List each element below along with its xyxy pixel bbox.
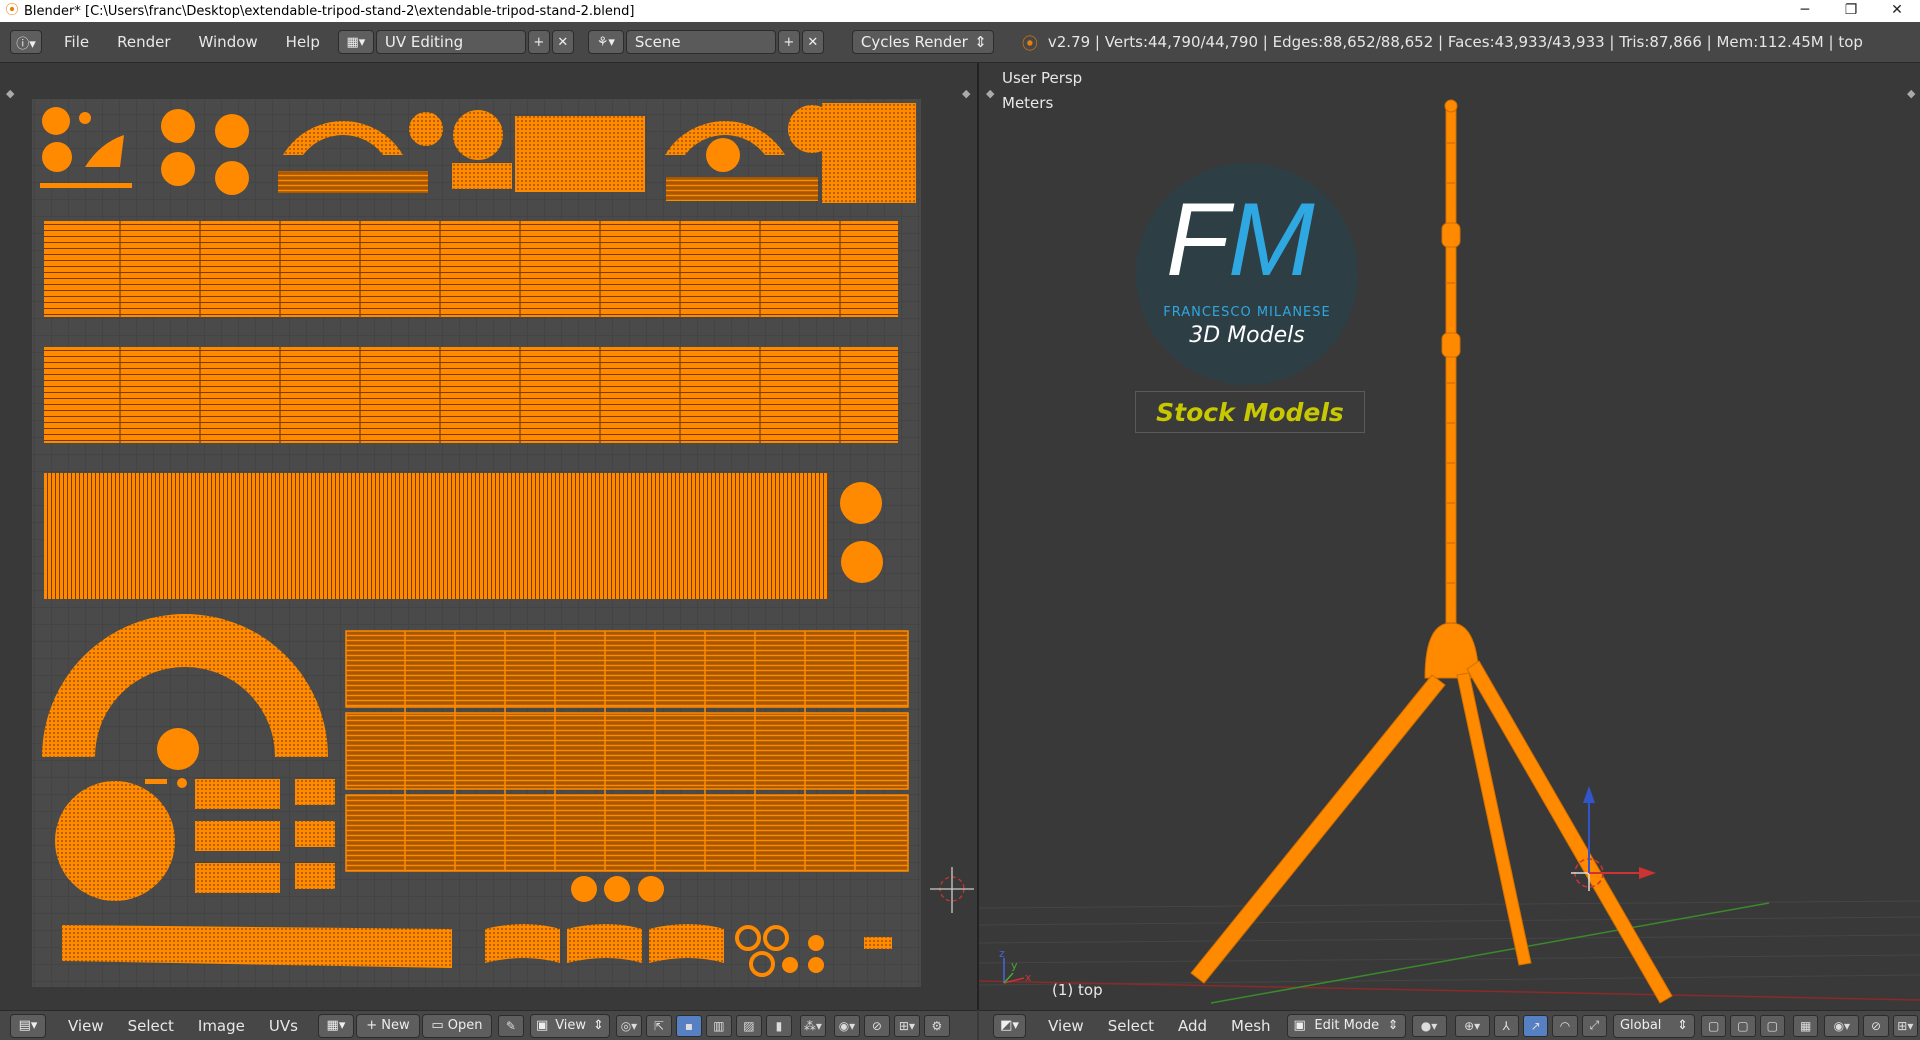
uv-panel-3 bbox=[346, 795, 908, 871]
window-titlebar: ⦿ Blender* [C:\Users\franc\Desktop\exten… bbox=[0, 0, 1920, 22]
object-label: (1) top bbox=[1052, 981, 1103, 999]
open-image-button[interactable]: ▭ Open bbox=[421, 1013, 492, 1038]
layer-icon-2[interactable]: ▢ bbox=[1730, 1014, 1756, 1037]
proportional-edit-3d-icon[interactable]: ◉▾ bbox=[1824, 1014, 1860, 1037]
vertex-select-icon[interactable]: ▪ bbox=[675, 1014, 702, 1037]
scene-field[interactable]: Scene bbox=[625, 30, 776, 54]
editor-type-3d-icon[interactable]: ◩▾ bbox=[993, 1013, 1027, 1038]
snap-3d-icon[interactable]: ⊘ bbox=[1863, 1014, 1889, 1037]
layer-icon-1[interactable]: ▢ bbox=[1700, 1014, 1727, 1037]
3d-menu-view[interactable]: View bbox=[1036, 1017, 1096, 1035]
edge-select-icon[interactable]: ▥ bbox=[705, 1014, 732, 1037]
viewport-shading-icon[interactable]: ●▾ bbox=[1411, 1014, 1447, 1037]
delete-scene-icon[interactable]: ✕ bbox=[801, 30, 824, 54]
image-icon: ▣ bbox=[535, 1018, 549, 1033]
editor-type-info-icon[interactable]: ⓘ▾ bbox=[10, 30, 42, 54]
info-header: ⓘ▾ File Render Window Help ▦▾ UV Editing… bbox=[0, 22, 1920, 63]
snap-icon[interactable]: ⊘ bbox=[863, 1014, 890, 1037]
blender-logo-icon: ⦿ bbox=[5, 3, 19, 18]
sticky-select-icon[interactable]: ⁂▾ bbox=[799, 1014, 826, 1037]
mode-select[interactable]: ▣ Edit Mode ⇕ bbox=[1286, 1013, 1406, 1038]
3d-menu-mesh[interactable]: Mesh bbox=[1219, 1017, 1283, 1035]
translate-manipulator-icon[interactable]: ↗ bbox=[1522, 1014, 1549, 1037]
pivot-icon[interactable]: ◎▾ bbox=[615, 1014, 642, 1037]
x-axis-line bbox=[979, 980, 1920, 1001]
scene-icon[interactable]: ⚘▾ bbox=[587, 30, 624, 54]
3d-view-header: ◩▾ View Select Add Mesh ▣ Edit Mode ⇕ ●▾ ⊕… bbox=[979, 1010, 1920, 1040]
uv-extra-icon[interactable]: ⚙ bbox=[923, 1014, 950, 1037]
plus-icon: + bbox=[366, 1018, 382, 1033]
uv-strip-1 bbox=[44, 221, 898, 317]
edit-mode-icon: ▣ bbox=[1293, 1018, 1306, 1033]
occlude-geometry-icon[interactable]: ▦ bbox=[1792, 1014, 1819, 1037]
transform-orientation-select[interactable]: Global ⇕ bbox=[1612, 1013, 1695, 1038]
tripod-mesh[interactable] bbox=[1190, 99, 1673, 1004]
scene-stats: v2.79 | Verts:44,790/44,790 | Edges:88,6… bbox=[1047, 33, 1863, 51]
menu-window[interactable]: Window bbox=[185, 33, 272, 51]
chevron-updown-icon: ⇕ bbox=[974, 33, 987, 51]
axis-z-label: z bbox=[999, 947, 1005, 960]
snap-element-3d-icon[interactable]: ⊞▾ bbox=[1892, 1014, 1918, 1037]
add-scene-icon[interactable]: + bbox=[777, 30, 800, 54]
uv-editor[interactable]: ◆ ◆ bbox=[0, 63, 977, 1010]
menu-render[interactable]: Render bbox=[103, 33, 184, 51]
face-select-icon[interactable]: ▨ bbox=[735, 1014, 762, 1037]
scale-manipulator-icon[interactable]: ⤢ bbox=[1581, 1014, 1607, 1037]
folder-icon: ▭ bbox=[431, 1018, 448, 1033]
chevron-updown-icon: ⇕ bbox=[1387, 1018, 1399, 1033]
restore-button[interactable]: ❐ bbox=[1828, 0, 1874, 22]
menu-file[interactable]: File bbox=[50, 33, 103, 51]
editor-type-uv-icon[interactable]: ▤▾ bbox=[10, 1013, 46, 1038]
axis-y-label: y bbox=[1011, 959, 1018, 972]
uv-2d-cursor[interactable] bbox=[930, 867, 974, 913]
add-layout-icon[interactable]: + bbox=[527, 30, 550, 54]
chevron-updown-icon: ⇕ bbox=[1677, 1018, 1688, 1033]
uv-canvas[interactable]: ◆ ◆ bbox=[0, 63, 977, 1010]
blender-icon: ⦿ bbox=[1021, 34, 1038, 53]
screen-layout-field[interactable]: UV Editing bbox=[375, 30, 526, 54]
menu-help[interactable]: Help bbox=[272, 33, 334, 51]
uv-strip-3 bbox=[44, 473, 828, 599]
3d-menu-select[interactable]: Select bbox=[1096, 1017, 1166, 1035]
viewport-properties-toggle-icon[interactable]: ◆ bbox=[1907, 87, 1916, 100]
window-title: Blender* [C:\Users\franc\Desktop\extenda… bbox=[24, 3, 635, 19]
manipulator-toggle-icon[interactable]: ⅄ bbox=[1493, 1014, 1519, 1037]
sync-selection-icon[interactable]: ⇱ bbox=[645, 1014, 672, 1037]
uv-editor-header: ▤▾ View Select Image UVs ▦▾ + New ▭ Open… bbox=[0, 1010, 977, 1040]
view-mode-select[interactable]: ▣ View ⇕ bbox=[529, 1013, 610, 1038]
uv-region-toggle-icon[interactable]: ◆ bbox=[6, 87, 15, 100]
snap-element-icon[interactable]: ⊞▾ bbox=[893, 1014, 920, 1037]
pivot-point-icon[interactable]: ⊕▾ bbox=[1454, 1014, 1490, 1037]
rotate-manipulator-icon[interactable]: ◠ bbox=[1552, 1014, 1578, 1037]
uv-menu-view[interactable]: View bbox=[56, 1017, 116, 1035]
layer-icon-3[interactable]: ▢ bbox=[1759, 1014, 1785, 1037]
pin-icon[interactable]: ✎ bbox=[497, 1014, 524, 1037]
proportional-edit-icon[interactable]: ◉▾ bbox=[833, 1014, 860, 1037]
uv-menu-uvs[interactable]: UVs bbox=[257, 1017, 310, 1035]
chevron-updown-icon: ⇕ bbox=[593, 1018, 604, 1033]
uv-menu-image[interactable]: Image bbox=[186, 1017, 257, 1035]
image-browse-icon[interactable]: ▦▾ bbox=[317, 1013, 354, 1038]
uv-panel-2 bbox=[346, 713, 908, 789]
viewport-canvas[interactable]: z x y ◆ ◆ bbox=[979, 63, 1920, 1010]
3d-menu-add[interactable]: Add bbox=[1166, 1017, 1219, 1035]
3d-viewport[interactable]: User Persp Meters F M FRANCESCO MILANESE… bbox=[979, 63, 1920, 1010]
close-button[interactable]: ✕ bbox=[1874, 0, 1920, 22]
axis-widget: z x y bbox=[999, 947, 1032, 984]
uv-menu-select[interactable]: Select bbox=[116, 1017, 186, 1035]
y-axis-line bbox=[1210, 902, 1770, 1004]
axis-x-label: x bbox=[1025, 971, 1032, 984]
render-engine-select[interactable]: Cycles Render ⇕ bbox=[851, 30, 994, 54]
viewport-tools-toggle-icon[interactable]: ◆ bbox=[986, 87, 995, 100]
new-image-button[interactable]: + New bbox=[355, 1013, 420, 1038]
minimize-button[interactable]: ─ bbox=[1782, 0, 1828, 22]
uv-tools-toggle-icon[interactable]: ◆ bbox=[962, 87, 971, 100]
uv-panel-1 bbox=[346, 631, 908, 707]
island-select-icon[interactable]: ▮ bbox=[765, 1014, 792, 1037]
delete-layout-icon[interactable]: ✕ bbox=[551, 30, 574, 54]
screen-layout-icon[interactable]: ▦▾ bbox=[337, 30, 374, 54]
uv-strip-2 bbox=[44, 347, 898, 443]
